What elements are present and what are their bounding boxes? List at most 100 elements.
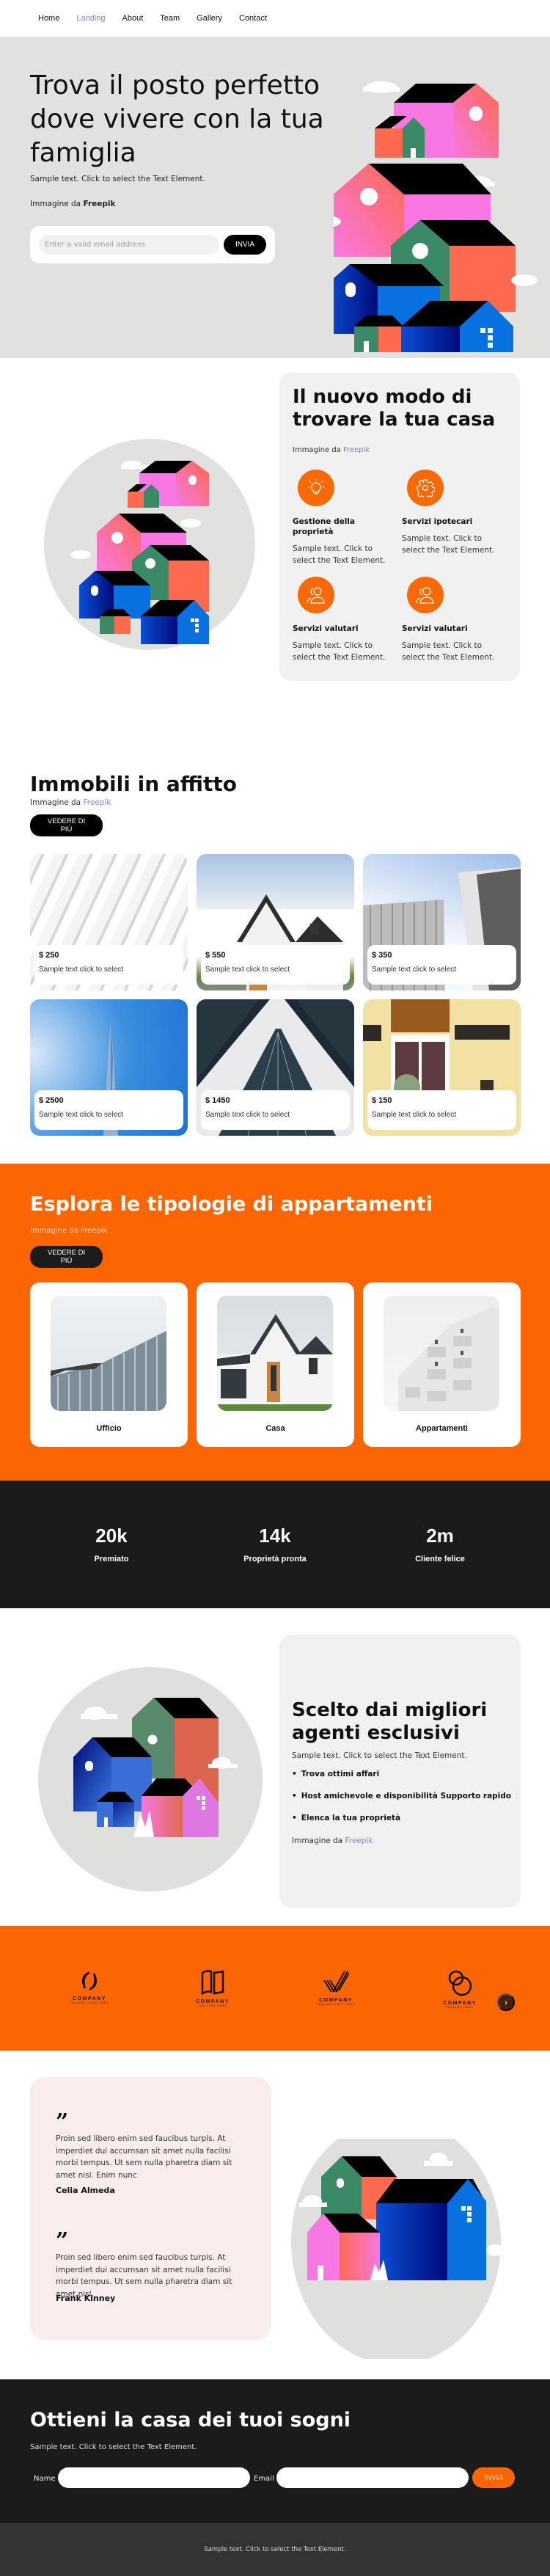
type-label: Appartamenti — [416, 1424, 468, 1433]
about-card: Il nuovo modo di trovare la tua casa Imm… — [279, 373, 520, 681]
apartment-types-section: Esplora le tipologie di appartamenti Imm… — [0, 1164, 550, 1481]
newsletter-form: INVIA — [30, 226, 275, 263]
nav-about[interactable]: About — [122, 14, 144, 23]
property-price: $ 250 — [39, 951, 59, 960]
logo-tagline: TAGLINE HERE — [446, 2006, 474, 2009]
logo-tagline: TAGLINE GOES HERE — [70, 2002, 109, 2004]
email-label: Email — [254, 2475, 274, 2483]
credit-prefix: Immagine da — [293, 446, 341, 454]
property-info: $ 550 Sample text click to select — [201, 945, 350, 985]
type-card[interactable]: Casa — [197, 1282, 354, 1447]
logo-word: COMPANY — [196, 1999, 230, 2004]
benefit-item: Host amichevole e disponibilità Supporto… — [292, 1790, 511, 1812]
about-credit: Immagine da Freepik — [293, 446, 370, 454]
credit-link[interactable]: Freepik — [343, 446, 370, 454]
stat-label: Cliente felice — [415, 1555, 465, 1564]
footer: Sample text. Click to select the Text El… — [0, 2523, 550, 2576]
property-card[interactable]: $ 350 Sample text click to select — [363, 854, 521, 990]
nav-home[interactable]: Home — [38, 14, 59, 23]
stat-value: 20k — [95, 1525, 128, 1547]
nav-landing[interactable]: Landing — [76, 14, 105, 23]
partner-logo[interactable]: COMPANY TAGLINE GOES HERE — [67, 1970, 111, 2004]
agents-section: Scelto dai migliori agenti esclusivi Sam… — [0, 1608, 550, 1926]
feature-text: Sample text. Click to select the Text El… — [293, 544, 386, 565]
property-price: $ 550 — [205, 951, 226, 960]
property-price: $ 150 — [372, 1096, 392, 1105]
feature-text: Sample text. Click to select the Text El… — [402, 534, 495, 555]
property-card[interactable]: $ 1450 Sample text click to select — [197, 999, 354, 1136]
partner-logo[interactable]: COMPANY TAGLINE GOES HERE — [314, 1970, 358, 2006]
quote-icon: ” — [56, 2109, 69, 2135]
email-input[interactable] — [276, 2467, 469, 2488]
property-card[interactable]: $ 250 Sample text click to select — [30, 854, 188, 990]
credit-link[interactable]: Freepik — [83, 200, 115, 208]
property-info: $ 350 Sample text click to select — [367, 945, 516, 985]
hero-subtitle: Sample text. Click to select the Text El… — [30, 175, 205, 183]
property-card[interactable]: $ 2500 Sample text click to select — [30, 999, 188, 1136]
property-text: Sample text click to select — [372, 1111, 457, 1119]
about-title: Il nuovo modo di trovare la tua casa — [293, 386, 496, 431]
feature-text: Sample text. Click to select the Text El… — [402, 641, 495, 662]
property-card[interactable]: $ 550 Sample text click to select — [197, 854, 354, 990]
stat-item: 2m Cliente felice — [367, 1525, 513, 1564]
property-info: $ 250 Sample text click to select — [34, 945, 183, 985]
credit-prefix: Immagine da — [30, 798, 81, 807]
gear-icon — [407, 470, 444, 506]
partner-logo[interactable]: COMPANY TAGLINE HERE — [438, 1970, 482, 2009]
users-icon — [298, 577, 334, 613]
contact-cta-section: Ottieni la casa dei tuoi sogni Sample te… — [0, 2379, 550, 2523]
lightbulb-icon — [298, 470, 334, 506]
agents-card: Scelto dai migliori agenti esclusivi Sam… — [279, 1635, 521, 1908]
rentals-credit: Immagine da Freepik — [30, 798, 111, 807]
rentals-title: Immobili in affitto — [30, 772, 237, 796]
type-card[interactable]: Appartamenti — [363, 1282, 521, 1447]
property-price: $ 1450 — [205, 1096, 230, 1105]
property-text: Sample text click to select — [372, 966, 457, 974]
property-text: Sample text click to select — [39, 966, 124, 974]
top-nav: Home Landing About Team Gallery Contact — [0, 0, 550, 37]
houses-illustration — [291, 2139, 504, 2359]
feature-item: Servizi ipotecari Sample text. Click to … — [402, 470, 501, 556]
property-card[interactable]: $ 150 Sample text click to select — [363, 999, 521, 1136]
stat-value: 2m — [426, 1525, 454, 1547]
testimonial-author: Frank Kinney — [56, 2294, 116, 2303]
benefit-item: Elenca la tua proprietà — [292, 1812, 511, 1834]
stat-value: 14k — [259, 1525, 291, 1547]
nav-team[interactable]: Team — [160, 14, 180, 23]
users-icon — [407, 577, 444, 613]
submit-button[interactable]: INVIA — [224, 235, 266, 255]
see-more-button[interactable]: VEDERE DI PIÙ — [30, 814, 103, 836]
feature-title: Gestione della proprietà — [293, 517, 355, 536]
types-credit: Immagine da Freepik — [30, 1227, 108, 1235]
property-text: Sample text click to select — [205, 966, 290, 974]
carousel-next-button[interactable]: › — [497, 1993, 515, 2011]
see-more-button[interactable]: VEDERE DI PIÙ — [30, 1246, 103, 1268]
nav-gallery[interactable]: Gallery — [197, 14, 222, 23]
submit-button[interactable]: INVIA — [472, 2467, 515, 2488]
feature-item: Gestione della proprietà Sample text. Cl… — [293, 470, 392, 566]
agents-credit: Immagine da Freepik — [292, 1836, 373, 1845]
logo-word: COMPANY — [73, 1996, 106, 2002]
logo-tagline: TAGLINE GOES HERE — [316, 2003, 356, 2006]
name-input[interactable] — [58, 2467, 250, 2488]
logo-word: COMPANY — [319, 1998, 353, 2003]
feature-title: Servizi valutari — [293, 624, 359, 633]
credit-link[interactable]: Freepik — [83, 798, 111, 807]
partner-logo[interactable]: COMPANY TAG LINE HERE — [191, 1970, 235, 2007]
property-info: $ 1450 Sample text click to select — [201, 1090, 350, 1130]
hero-credit: Immagine da Freepik — [30, 200, 116, 208]
property-price: $ 2500 — [39, 1096, 64, 1105]
footer-text: Sample text. Click to select the Text El… — [204, 2546, 346, 2553]
testimonial-author: Celia Almeda — [56, 2186, 115, 2195]
nav-contact[interactable]: Contact — [239, 14, 267, 23]
logo-ring-icon — [81, 1971, 98, 1991]
hero-title: Trova il posto perfetto dove vivere con … — [30, 70, 324, 168]
type-label: Casa — [265, 1424, 285, 1433]
quote-icon: ” — [56, 2228, 69, 2254]
email-input[interactable] — [39, 235, 219, 255]
credit-link[interactable]: Freepik — [345, 1836, 373, 1845]
testimonials-section: ” Proin sed libero enim sed faucibus tur… — [0, 2051, 550, 2379]
houses-illustration — [73, 1698, 238, 1837]
type-card[interactable]: Ufficio — [30, 1282, 188, 1447]
houses-illustration — [70, 461, 209, 644]
